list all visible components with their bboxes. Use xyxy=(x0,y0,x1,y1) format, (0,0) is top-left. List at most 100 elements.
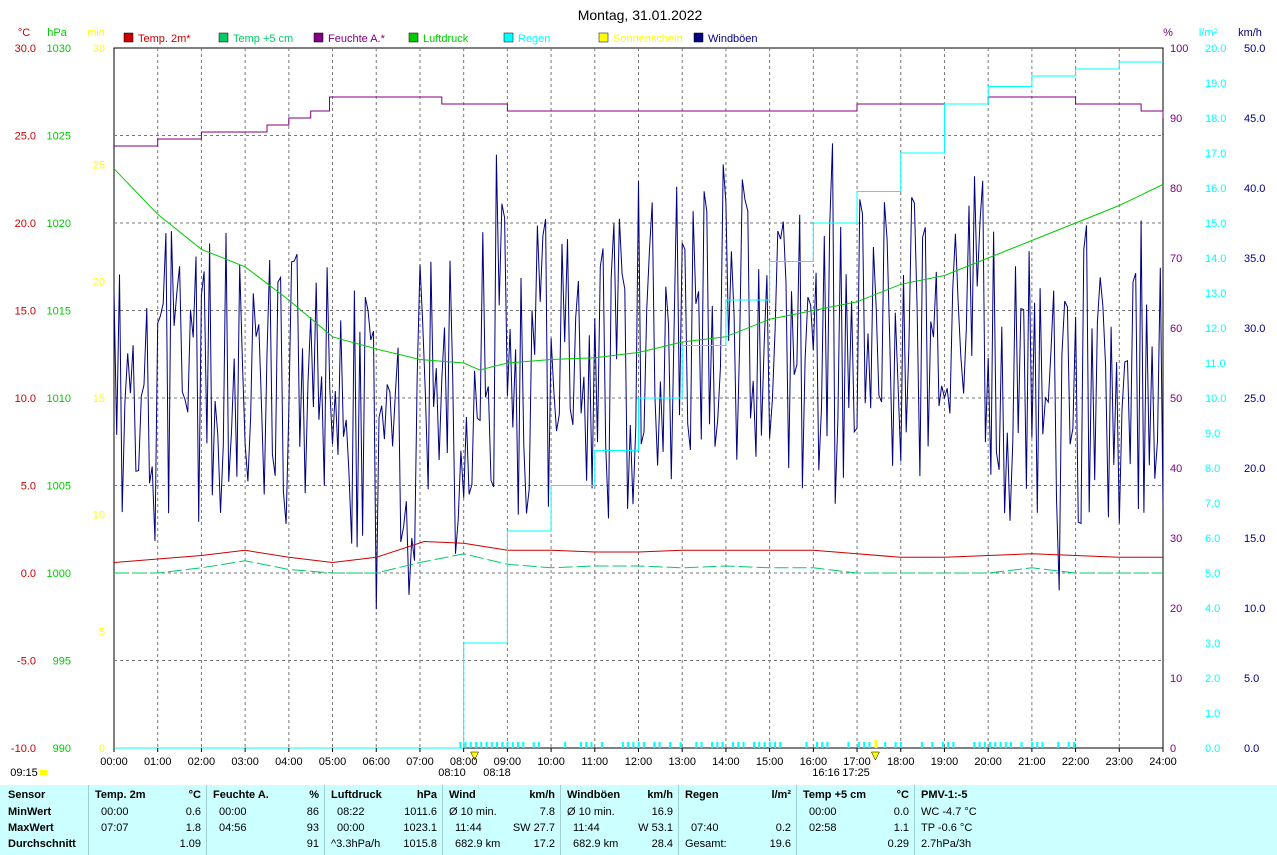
summary-unit: % xyxy=(309,789,319,801)
rain-marker xyxy=(815,742,818,748)
tick-label-wind: 10.0 xyxy=(1244,603,1265,615)
summary-max-time: 07:07 xyxy=(101,822,129,834)
tick-label-x: 24:00 xyxy=(1149,756,1177,768)
summary-head: Luftdruck xyxy=(331,789,382,801)
tick-label-x: 13:00 xyxy=(668,756,696,768)
rain-marker xyxy=(700,742,703,748)
summary-min-val: 0.6 xyxy=(185,806,201,818)
tick-label-rain: 9.0 xyxy=(1205,428,1220,440)
rain-marker xyxy=(632,742,635,748)
tick-label-percent: 80 xyxy=(1170,183,1182,195)
tick-label-x: 10:00 xyxy=(537,756,565,768)
summary-min-val: 16.9 xyxy=(651,806,673,818)
summary-max-val: W 53.1 xyxy=(638,822,673,834)
rain-marker xyxy=(863,742,866,748)
summary-col-wind: Wind km/h Ø 10 min. 7.8 11:44 SW 27.7 68… xyxy=(442,785,561,855)
rain-marker xyxy=(742,742,745,748)
rain-marker xyxy=(1036,742,1039,748)
tick-label-x: 18:00 xyxy=(887,756,915,768)
tick-label-hpa: 1000 xyxy=(47,568,71,580)
tick-label-x: 07:00 xyxy=(406,756,434,768)
summary-col-pmv: PMV-1:-5 WC -4.7 °C TP -0.6 °C 2.7hPa/3h xyxy=(914,785,1277,855)
summary-row-max: MaxWert xyxy=(8,822,54,834)
tick-label-percent: 20 xyxy=(1170,603,1182,615)
tick-label-x: 22:00 xyxy=(1062,756,1090,768)
tick-label-percent: 10 xyxy=(1170,673,1182,685)
summary-head: PMV-1:-5 xyxy=(921,789,968,801)
rain-marker xyxy=(1041,742,1044,748)
summary-max-time: 00:00 xyxy=(337,822,365,834)
tick-label-x: 14:00 xyxy=(712,756,740,768)
tick-label-rain: 17.0 xyxy=(1205,148,1226,160)
legend-swatch xyxy=(503,32,514,43)
rain-marker xyxy=(768,742,771,748)
rain-marker xyxy=(490,742,493,748)
tick-label-rain: 11.0 xyxy=(1205,358,1226,370)
summary-min-time: Ø 10 min. xyxy=(449,806,497,818)
rain-marker xyxy=(522,742,525,748)
axis-unit-percent: % xyxy=(1163,27,1173,39)
rain-marker xyxy=(679,742,682,748)
summary-max-val: TP -0.6 °C xyxy=(921,822,973,834)
rain-marker xyxy=(579,742,582,748)
tick-label-celsius: -10.0 xyxy=(11,743,36,755)
tick-label-celsius: 0.0 xyxy=(21,568,36,580)
summary-unit: km/h xyxy=(647,789,673,801)
tick-label-x: 15:00 xyxy=(756,756,784,768)
rain-marker xyxy=(585,742,588,748)
tick-label-x: 23:00 xyxy=(1106,756,1134,768)
summary-max-time: 04:56 xyxy=(219,822,247,834)
tick-label-wind: 20.0 xyxy=(1244,463,1265,475)
rain-marker xyxy=(516,742,519,748)
rain-marker xyxy=(532,742,535,748)
tick-label-x: 20:00 xyxy=(974,756,1002,768)
tick-label-celsius: -5.0 xyxy=(17,656,36,668)
axis-unit-min: min xyxy=(87,27,105,39)
legend-label: Feuchte A.* xyxy=(328,33,386,45)
tick-label-x: 06:00 xyxy=(362,756,390,768)
rain-marker xyxy=(537,742,540,748)
rain-marker xyxy=(931,742,934,748)
rain-marker xyxy=(952,742,955,748)
tick-label-x: 19:00 xyxy=(931,756,959,768)
tick-label-wind: 0.0 xyxy=(1244,743,1259,755)
tick-label-rain: 1.0 xyxy=(1205,708,1220,720)
tick-label-rain: 8.0 xyxy=(1205,463,1220,475)
summary-col-regen: Regen l/m² 07:40 0.2 Gesamt: 19.6 xyxy=(678,785,797,855)
summary-avg: 0.29 xyxy=(887,838,909,850)
tick-label-hpa: 1010 xyxy=(47,393,71,405)
tick-label-celsius: 25.0 xyxy=(15,131,36,143)
summary-avg: 1015.8 xyxy=(403,838,437,850)
rain-marker xyxy=(989,742,992,748)
tick-label-hpa: 1020 xyxy=(47,218,71,230)
summary-avg: 2.7hPa/3h xyxy=(921,838,972,850)
tick-label-rain: 10.0 xyxy=(1205,393,1226,405)
rain-marker xyxy=(868,742,871,748)
tick-label-wind: 35.0 xyxy=(1244,253,1265,265)
summary-min-val: WC -4.7 °C xyxy=(921,806,977,818)
legend-label: Sonnenschein xyxy=(613,33,683,45)
tick-label-wind: 15.0 xyxy=(1244,533,1265,545)
summary-min-val: 1011.6 xyxy=(404,806,437,818)
tick-label-wind: 45.0 xyxy=(1244,113,1265,125)
tick-label-x: 05:00 xyxy=(319,756,347,768)
summary-max-time: 11:44 xyxy=(455,822,482,834)
rain-marker xyxy=(658,742,661,748)
rain-marker xyxy=(1020,742,1023,748)
tick-label-wind: 30.0 xyxy=(1244,323,1265,335)
tick-label-percent: 60 xyxy=(1170,323,1182,335)
legend-swatch xyxy=(313,32,324,43)
rain-marker xyxy=(637,742,640,748)
rain-marker xyxy=(511,742,514,748)
tick-label-celsius: 20.0 xyxy=(15,218,36,230)
tick-label-min: 0 xyxy=(99,743,105,755)
summary-min-val: 0.0 xyxy=(893,806,909,818)
legend-label: Temp +5 cm xyxy=(233,33,293,45)
rain-marker xyxy=(983,742,986,748)
summary-head: Feuchte A. xyxy=(213,789,269,801)
rain-marker xyxy=(1067,742,1070,748)
rain-marker xyxy=(469,742,472,748)
summary-head: Temp. 2m xyxy=(95,789,146,801)
summary-col-boeen: Windböen km/h Ø 10 min. 16.9 11:44 W 53.… xyxy=(560,785,679,855)
summary-max-val: 93 xyxy=(306,822,319,834)
